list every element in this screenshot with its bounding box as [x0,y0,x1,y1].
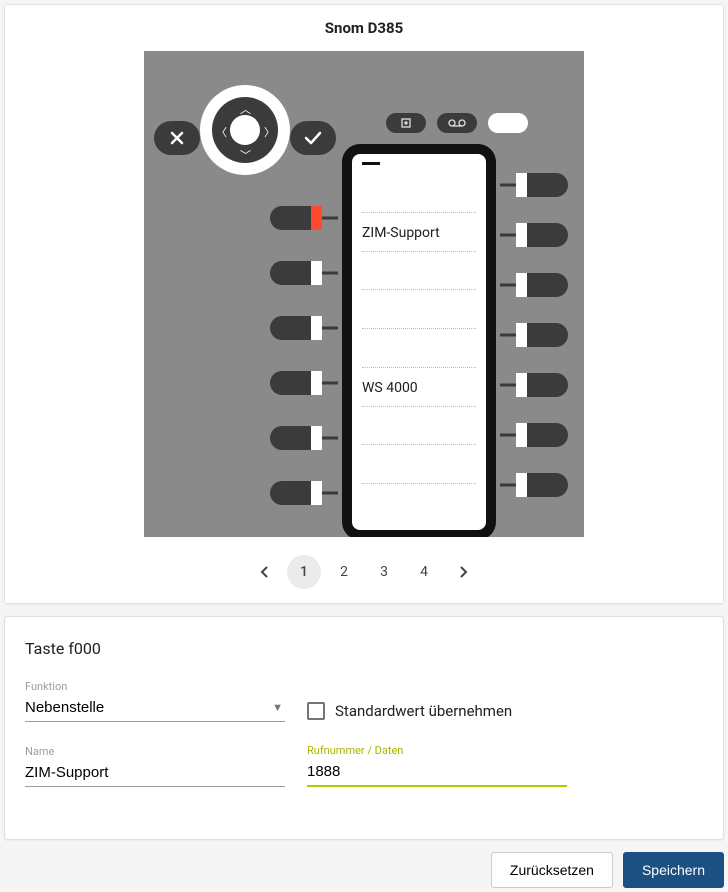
line-row[interactable]: ZIM-Support [362,213,476,252]
cancel-button[interactable] [154,121,200,155]
side-key-right-2[interactable] [516,223,568,247]
paginator-prev[interactable] [247,555,281,589]
screen-indicator [362,162,380,165]
side-key-left-3[interactable] [270,316,322,340]
side-key-left-4[interactable] [270,371,322,395]
form-actions: Zurücksetzen Speichern [0,852,728,892]
function-key-c[interactable] [488,113,528,133]
confirm-button[interactable] [290,121,336,155]
phone-frame: ZIM-Support WS 4000 [342,144,496,537]
side-key-left-5[interactable] [270,426,322,450]
form-title: Taste f000 [25,639,703,658]
default-checkbox[interactable]: Standardwert übernehmen [307,702,512,720]
paginator-page-3[interactable]: 3 [367,555,401,589]
chevron-right-icon: 〉 [264,124,275,140]
side-key-right-7[interactable] [516,473,568,497]
voicemail-button[interactable] [437,113,477,133]
checkbox-box[interactable] [307,702,325,720]
line-row[interactable] [362,329,476,368]
paginator-next[interactable] [447,555,481,589]
paginator-page-1[interactable]: 1 [287,555,321,589]
paginator-page-2[interactable]: 2 [327,555,361,589]
line-row[interactable] [362,252,476,291]
side-key-right-4[interactable] [516,323,568,347]
name-input[interactable] [25,762,285,787]
page-title: Snom D385 [5,5,723,51]
chevron-left-icon [259,565,269,579]
side-key-right-6[interactable] [516,423,568,447]
side-key-right-1[interactable] [516,173,568,197]
function-key-a[interactable] [386,113,426,133]
device-card: Snom D385 ︿ ﹀ 〈 〉 [4,4,724,604]
name-label: Name [25,745,285,758]
paginator-page-4[interactable]: 4 [407,555,441,589]
check-icon [304,131,322,145]
function-label: Funktion [25,680,285,693]
square-icon [400,117,412,129]
reset-button[interactable]: Zurücksetzen [491,852,613,888]
line-row[interactable] [362,290,476,329]
save-button[interactable]: Speichern [623,852,724,888]
side-key-left-6[interactable] [270,481,322,505]
key-config-card: Taste f000 Funktion ▼ Standardwert übern… [4,616,724,840]
line-row[interactable]: WS 4000 [362,368,476,407]
function-field[interactable]: Funktion ▼ [25,680,285,722]
phone-device: ︿ ﹀ 〈 〉 ZIM-Support WS [144,51,584,537]
line-row[interactable] [362,407,476,446]
number-field[interactable]: Rufnummer / Daten [307,744,567,787]
side-key-right-3[interactable] [516,273,568,297]
line-row[interactable] [362,174,476,213]
default-checkbox-label: Standardwert übernehmen [335,702,512,720]
side-key-right-5[interactable] [516,373,568,397]
chevron-left-icon: 〈 [216,124,227,140]
chevron-right-icon [459,565,469,579]
side-key-left-1[interactable] [270,206,322,230]
name-field[interactable]: Name [25,745,285,787]
number-label: Rufnummer / Daten [307,744,567,757]
chevron-up-icon: ︿ [240,101,251,117]
number-input[interactable] [307,761,567,787]
x-icon [169,130,185,146]
chevron-down-icon: ﹀ [240,147,251,163]
device-wrap: ︿ ﹀ 〈 〉 ZIM-Support WS [5,51,723,537]
line-row[interactable] [362,484,476,522]
dpad-center[interactable] [230,115,260,145]
phone-screen: ZIM-Support WS 4000 [352,154,486,530]
side-key-left-2[interactable] [270,261,322,285]
paginator: 1 2 3 4 [5,555,723,589]
line-row[interactable] [362,445,476,484]
voicemail-icon [448,118,466,128]
function-select[interactable] [25,697,285,722]
